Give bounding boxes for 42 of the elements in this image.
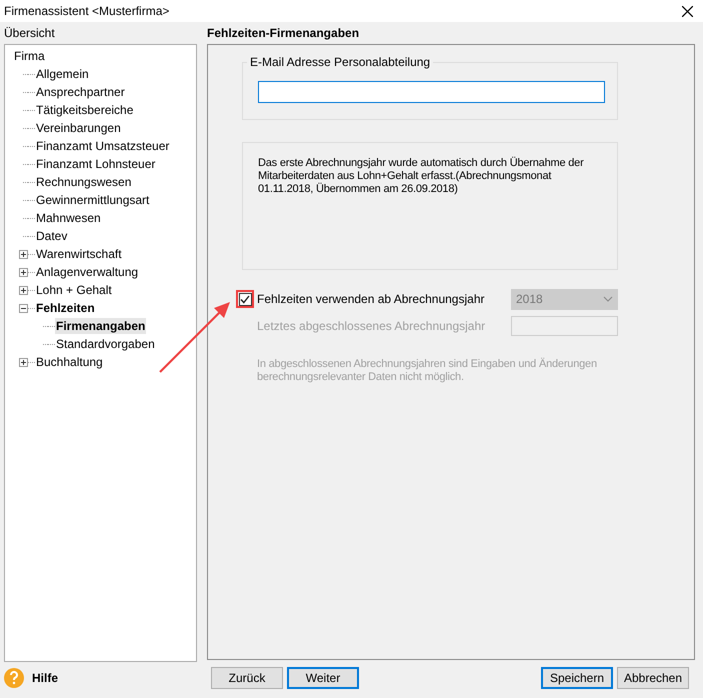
tree-item[interactable]: Lohn + Gehalt — [35, 282, 113, 298]
tree-item[interactable]: Warenwirtschaft — [35, 246, 123, 262]
tree-item[interactable]: Datev — [35, 228, 68, 244]
panel-title: Fehlzeiten-Firmenangaben — [207, 26, 360, 42]
window-title: Firmenassistent <Musterfirma> — [4, 3, 170, 20]
tree-item[interactable]: Firma — [13, 48, 46, 64]
tree-item[interactable]: Vereinbarungen — [35, 120, 122, 136]
checkmark-icon — [240, 294, 250, 304]
dialog-button[interactable]: Speichern — [541, 667, 613, 689]
collapse-icon[interactable] — [19, 304, 28, 312]
note-text: In abgeschlossenen Abrechnungsjahren sind Eingaben und Änderungen berechnungsrelevanter Daten nicht möglich. — [257, 358, 598, 384]
checkbox-label: Fehlzeiten verwenden ab Abrechnungsjahr — [257, 291, 486, 308]
tree-item[interactable]: Buchhaltung — [35, 354, 104, 370]
tree-item[interactable]: Ansprechpartner — [35, 84, 126, 100]
email-field[interactable] — [258, 81, 605, 103]
tree-item[interactable]: Anlagenverwaltung — [35, 264, 140, 280]
dialog-button[interactable]: Weiter — [287, 667, 359, 689]
dialog-button[interactable]: Abbrechen — [617, 667, 689, 689]
expand-icon[interactable] — [19, 250, 28, 258]
tree-item[interactable]: Firmenangaben — [55, 318, 146, 334]
tree-item[interactable]: Allgemein — [35, 66, 90, 82]
expand-icon[interactable] — [19, 268, 28, 276]
tree-item[interactable]: Finanzamt Umsatzsteuer — [35, 138, 170, 154]
close-icon[interactable] — [682, 6, 693, 16]
dialog-button[interactable]: Zurück — [211, 667, 283, 689]
group-label: E-Mail Adresse Personalabteilung — [247, 55, 434, 69]
tree-item[interactable]: Standardvorgaben — [55, 336, 156, 352]
checkbox[interactable] — [236, 290, 254, 308]
tree-item[interactable]: Finanzamt Lohnsteuer — [35, 156, 156, 172]
tree-item[interactable]: Gewinnermittlungsart — [35, 192, 150, 208]
tree-item[interactable]: Fehlzeiten — [35, 300, 96, 316]
tree-item[interactable]: Rechnungswesen — [35, 174, 132, 190]
chevron-down-icon — [603, 296, 613, 302]
help-label[interactable]: Hilfe — [32, 669, 58, 687]
tree-item[interactable]: Mahnwesen — [35, 210, 102, 226]
info-text: Das erste Abrechnungsjahr wurde automatisch durch Übernahme der Mitarbeiterdaten aus Lohn+Gehalt erfasst.(Abrechnungsmonat 01.11.2018, Übernommen am 26.09.2018) — [258, 157, 585, 196]
expand-icon[interactable] — [19, 358, 28, 366]
expand-icon[interactable] — [19, 286, 28, 294]
year-field[interactable] — [511, 316, 618, 336]
sidebar-title: Übersicht — [4, 26, 56, 42]
field-label: Letztes abgeschlossenes Abrechnungsjahr — [257, 318, 486, 335]
tree-item[interactable]: Tätigkeitsbereiche — [35, 102, 134, 118]
